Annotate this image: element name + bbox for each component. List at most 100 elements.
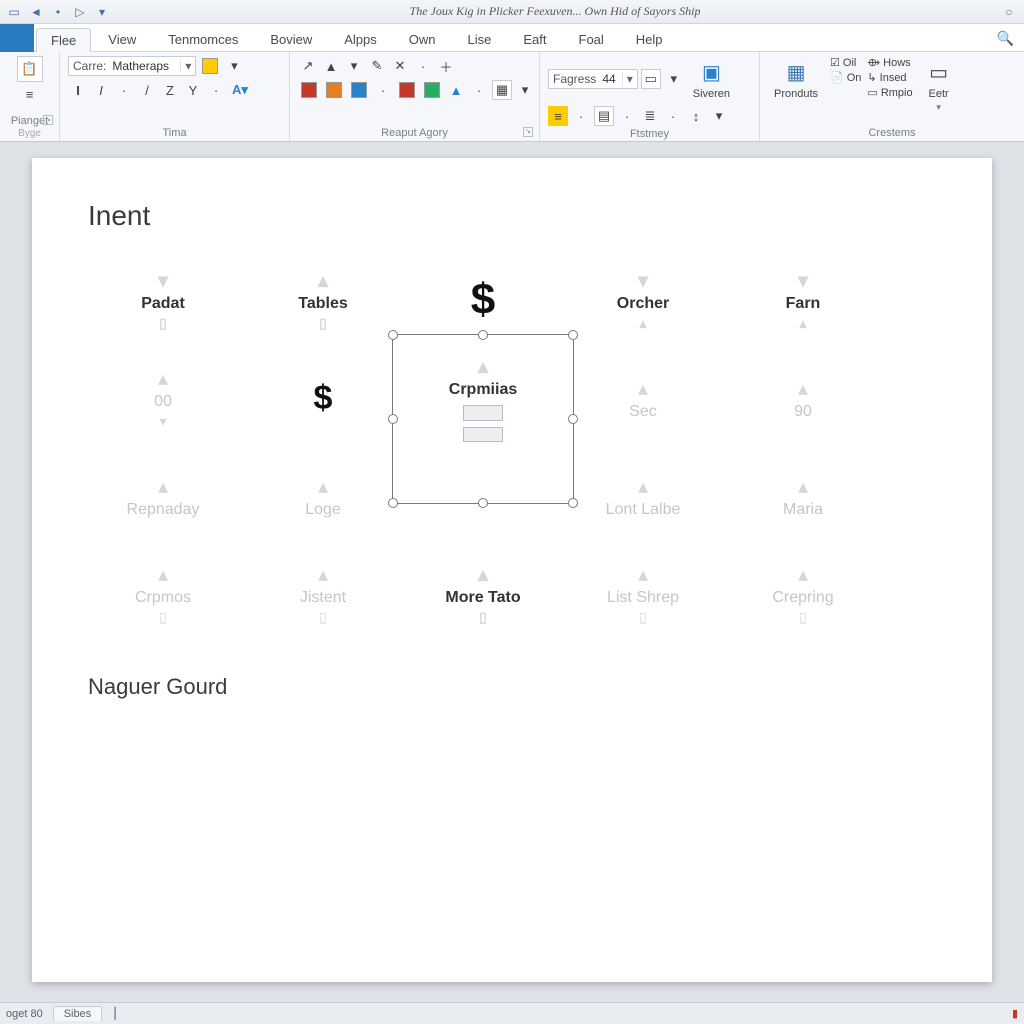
tab-tenmomces[interactable]: Tenmomces xyxy=(153,27,253,51)
cell-crpmiias-selected[interactable]: ▴ Crpmiias xyxy=(408,354,558,442)
handle-icon[interactable] xyxy=(388,498,398,508)
help-search-icon[interactable]: 🔍 xyxy=(997,30,1014,47)
handle-icon[interactable] xyxy=(478,330,488,340)
cell-padat[interactable]: ▾Padat▯ xyxy=(88,256,238,344)
fagress-dd-icon[interactable]: ▾ xyxy=(622,72,637,86)
cell-sec[interactable]: ▴Sec xyxy=(568,354,718,442)
highlight-icon[interactable] xyxy=(199,56,221,76)
shape-icon: ▴ xyxy=(798,562,808,587)
cell-repnaday[interactable]: ▴Repnaday xyxy=(88,452,238,540)
insed-icon[interactable]: ↳ xyxy=(867,71,876,84)
border-dd-icon[interactable]: ▾ xyxy=(664,69,684,89)
sw-blue[interactable] xyxy=(348,80,370,100)
handle-icon[interactable] xyxy=(568,498,578,508)
tri-a-icon[interactable]: ▲ xyxy=(446,80,466,100)
line-sp-dd-icon[interactable]: ▾ xyxy=(709,106,729,126)
handle-icon[interactable] xyxy=(568,330,578,340)
tab-boview[interactable]: Boview xyxy=(255,27,327,51)
line-sp-icon[interactable]: ↕ xyxy=(686,106,706,126)
sw-red2[interactable] xyxy=(396,80,418,100)
cell-lont-lalbe[interactable]: ▴Lont Lalbe xyxy=(568,452,718,540)
file-tab[interactable] xyxy=(0,24,34,52)
tab-own[interactable]: Own xyxy=(394,27,451,51)
selection-frame[interactable] xyxy=(392,334,574,504)
tab-foal[interactable]: Foal xyxy=(564,27,619,51)
cell-orcher[interactable]: ▾Orcher▴ xyxy=(568,256,718,344)
qat-redo-icon[interactable]: ▷ xyxy=(72,4,88,20)
cell-90[interactable]: ▴90 xyxy=(728,354,878,442)
tab-view[interactable]: View xyxy=(93,27,151,51)
font-dd-icon[interactable]: ▾ xyxy=(224,56,244,76)
shape-icon: ▴ xyxy=(158,562,168,587)
tri-up-icon[interactable]: ▲ xyxy=(321,56,341,76)
align-center-icon[interactable]: ▤ xyxy=(594,106,614,126)
tab-alpps[interactable]: Alpps xyxy=(329,27,392,51)
sw-green[interactable] xyxy=(421,80,443,100)
cell-dollar-small[interactable]: $ xyxy=(248,354,398,442)
sw-red[interactable] xyxy=(298,80,320,100)
cell-jistent[interactable]: ▴Jistent▯ xyxy=(248,550,398,638)
handle-icon[interactable] xyxy=(388,414,398,424)
cut-icon[interactable]: ≡ xyxy=(20,84,40,104)
status-sheet-tab[interactable]: Sibes xyxy=(53,1006,103,1021)
bold-button[interactable]: I xyxy=(68,80,88,100)
chevron-down-icon[interactable]: ▾ xyxy=(180,59,195,73)
sep4: · xyxy=(469,80,489,100)
handle-icon[interactable] xyxy=(478,498,488,508)
cell-maria[interactable]: ▴Maria xyxy=(728,452,878,540)
slash-button[interactable]: / xyxy=(137,80,157,100)
siveren-button[interactable]: ▣ Siveren xyxy=(687,56,736,102)
cell-00[interactable]: ▴00▾ xyxy=(88,354,238,442)
cell-tables[interactable]: ▴Tables▯ xyxy=(248,256,398,344)
cell-list-shrep[interactable]: ▴List Shrep▯ xyxy=(568,550,718,638)
paste-icon[interactable]: 📋 xyxy=(17,56,43,82)
cell-crpmos[interactable]: ▴Crpmos▯ xyxy=(88,550,238,638)
tab-help[interactable]: Help xyxy=(621,27,678,51)
qat-dot-icon[interactable]: • xyxy=(50,4,66,20)
handle-icon[interactable] xyxy=(388,330,398,340)
oil-icon[interactable]: ☑ xyxy=(830,56,840,69)
pronduts-button[interactable]: ▦ Pronduts xyxy=(768,56,824,102)
rmpio-icon[interactable]: ▭ xyxy=(867,86,877,99)
tri-dd-icon[interactable]: ▾ xyxy=(344,56,364,76)
sw-orange[interactable] xyxy=(323,80,345,100)
qat-save-icon[interactable]: ▭ xyxy=(6,4,22,20)
eetr-dd-icon[interactable]: ▾ xyxy=(936,102,941,113)
arrow-up-icon[interactable]: ↗ xyxy=(298,56,318,76)
border-icon[interactable]: ▭ xyxy=(641,69,661,89)
dot-icon[interactable]: · xyxy=(413,56,433,76)
cell-crepring[interactable]: ▴Crepring▯ xyxy=(728,550,878,638)
font-color-button[interactable]: A▾ xyxy=(229,80,251,100)
shape-icon: ▴ xyxy=(318,268,328,293)
tab-flee[interactable]: Flee xyxy=(36,28,91,52)
z-button[interactable]: Z xyxy=(160,80,180,100)
launcher2-icon[interactable]: ↘ xyxy=(523,127,533,137)
hows-icon[interactable]: ⟴ xyxy=(867,56,880,69)
align-just-icon[interactable]: ≣ xyxy=(640,106,660,126)
font-selector[interactable]: Carre: Matheraps ▾ xyxy=(68,56,196,76)
eetr-button[interactable]: ▭ Eetr ▾ xyxy=(919,56,959,115)
y-button[interactable]: Y xyxy=(183,80,203,100)
align-left-icon[interactable]: ≡ xyxy=(548,106,568,126)
grid-dd-icon[interactable]: ▾ xyxy=(515,80,535,100)
on-icon[interactable]: 📄 xyxy=(830,71,844,84)
tab-eaft[interactable]: Eaft xyxy=(508,27,561,51)
cell-farn[interactable]: ▾Farn▴ xyxy=(728,256,878,344)
grid-icon[interactable]: ▦ xyxy=(492,80,512,100)
italic-button[interactable]: I xyxy=(91,80,111,100)
fagress-combo[interactable]: Fagress 44 ▾ xyxy=(548,69,638,89)
status-zoom-icon[interactable]: ▮ xyxy=(1012,1007,1018,1020)
pencil-icon[interactable]: ✎ xyxy=(367,56,387,76)
qat-more-icon[interactable]: ▾ xyxy=(94,4,110,20)
cell-loge[interactable]: ▴Loge xyxy=(248,452,398,540)
tab-lise[interactable]: Lise xyxy=(453,27,507,51)
document-stage[interactable]: Inent ▾Padat▯ ▴Tables▯ $ ▾Orcher▴ ▾Farn▴… xyxy=(0,142,1024,1002)
window-help-icon[interactable]: ○ xyxy=(1000,5,1018,19)
font-label: Carre: xyxy=(69,59,110,73)
qat-undo-icon[interactable]: ◄ xyxy=(28,4,44,20)
cell-more-tato[interactable]: ▴More Tato▯ xyxy=(408,550,558,638)
handle-icon[interactable] xyxy=(568,414,578,424)
strike-icon[interactable]: ✕ xyxy=(390,56,410,76)
launcher-icon[interactable]: ↘ xyxy=(43,115,53,125)
plus-icon[interactable]: ＋ xyxy=(436,56,456,76)
